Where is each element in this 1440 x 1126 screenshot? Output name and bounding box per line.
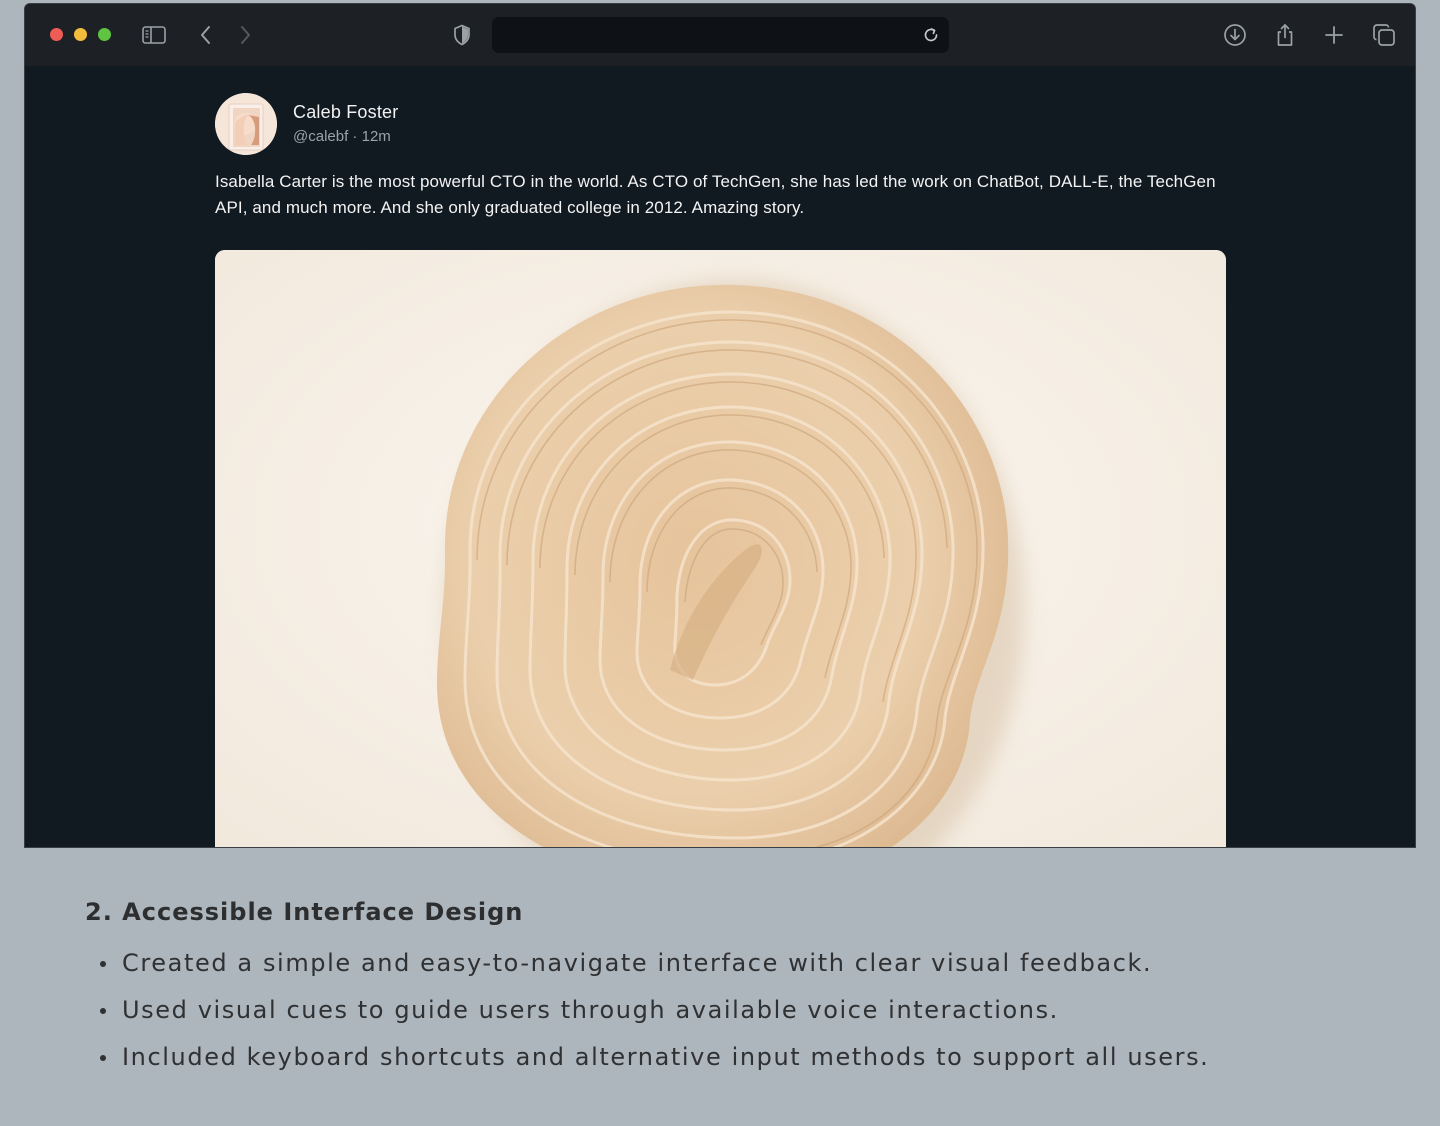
browser-window: Caleb Foster @calebf · 12m Isabella Cart… — [24, 3, 1416, 848]
list-item-text: Included keyboard shortcuts and alternat… — [122, 1043, 1210, 1071]
reload-icon[interactable] — [919, 23, 943, 47]
section-title: 2. Accessible Interface Design — [85, 898, 524, 926]
author-meta: @calebf · 12m — [293, 128, 391, 145]
list-item-text: Used visual cues to guide users through … — [122, 996, 1059, 1024]
download-icon[interactable] — [1223, 23, 1247, 47]
list-item: Included keyboard shortcuts and alternat… — [96, 1038, 1209, 1085]
tweet-time[interactable]: 12m — [362, 128, 391, 145]
avatar[interactable] — [215, 93, 277, 155]
back-icon[interactable] — [194, 23, 218, 47]
list-item: Created a simple and easy-to-navigate in… — [96, 944, 1209, 991]
list-item-text: Created a simple and easy-to-navigate in… — [122, 949, 1153, 977]
list-item: Used visual cues to guide users through … — [96, 991, 1209, 1038]
tweet-image[interactable] — [215, 250, 1226, 847]
tabs-overview-icon[interactable] — [1372, 23, 1396, 47]
feature-list: Created a simple and easy-to-navigate in… — [96, 944, 1209, 1085]
bullet-icon — [100, 1055, 106, 1061]
author-name[interactable]: Caleb Foster — [293, 102, 398, 123]
forward-icon[interactable] — [233, 23, 257, 47]
close-window-button[interactable] — [50, 28, 63, 41]
bullet-icon — [100, 961, 106, 967]
bullet-icon — [100, 1008, 106, 1014]
meta-separator: · — [348, 128, 362, 145]
browser-toolbar — [25, 4, 1415, 66]
address-bar[interactable] — [492, 17, 949, 53]
zoom-window-button[interactable] — [98, 28, 111, 41]
tweet-container: Caleb Foster @calebf · 12m Isabella Cart… — [25, 66, 1415, 847]
minimize-window-button[interactable] — [74, 28, 87, 41]
author-handle[interactable]: @calebf — [293, 128, 348, 145]
shield-icon[interactable] — [450, 23, 474, 47]
new-tab-icon[interactable] — [1322, 23, 1346, 47]
sidebar-icon[interactable] — [142, 23, 166, 47]
tweet-text: Isabella Carter is the most powerful CTO… — [215, 172, 1216, 217]
share-icon[interactable] — [1273, 23, 1297, 47]
